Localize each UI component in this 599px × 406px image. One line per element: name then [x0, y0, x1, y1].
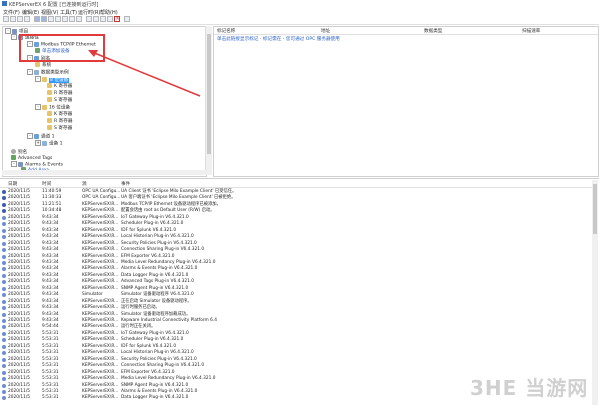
info-icon — [2, 364, 6, 369]
info-icon — [2, 389, 6, 394]
info-icon — [2, 267, 6, 272]
info-icon — [2, 338, 6, 343]
info-icon — [2, 325, 6, 330]
tree-vertical-scrollbar[interactable] — [205, 26, 212, 175]
add-tag-link[interactable]: 单击此链接显示标记 - 标记需在 - 您可通过 OPC 服务器使用 — [217, 36, 340, 42]
info-icon — [2, 215, 6, 220]
info-icon — [2, 293, 6, 298]
info-icon — [2, 228, 6, 233]
arrow-shaft — [91, 51, 201, 97]
info-icon — [2, 370, 6, 375]
info-icon — [2, 209, 6, 214]
info-icon — [2, 222, 6, 227]
info-icon — [2, 286, 6, 291]
info-icon — [2, 396, 6, 401]
info-icon — [2, 190, 6, 194]
log-date: 2020/11/5 — [8, 395, 31, 401]
watermark: 3HE 当游网 — [470, 376, 589, 400]
log-event: Data Logger Plug-in V6.4.321.0 — [121, 395, 189, 401]
log-source: KEPServerEX\R... — [82, 395, 119, 401]
info-icon — [2, 306, 6, 311]
info-icon — [2, 196, 6, 201]
info-icon — [2, 377, 6, 382]
log-time: 5:53:31 — [42, 395, 59, 401]
info-icon — [2, 351, 6, 356]
scroll-thumb[interactable] — [593, 184, 597, 234]
info-icon — [2, 299, 6, 304]
info-icon — [2, 260, 6, 265]
info-icon — [2, 254, 6, 259]
tree-horizontal-scrollbar[interactable] — [2, 170, 211, 175]
info-icon — [2, 241, 6, 246]
info-icon — [2, 235, 6, 240]
log-vertical-scrollbar[interactable] — [592, 180, 598, 405]
info-icon — [2, 312, 6, 317]
scroll-thumb[interactable] — [207, 34, 211, 154]
info-icon — [2, 202, 6, 207]
info-icon — [2, 383, 6, 388]
info-icon — [2, 273, 6, 278]
info-icon — [2, 344, 6, 349]
info-icon — [2, 319, 6, 323]
info-icon — [2, 331, 6, 336]
log-header-divider — [0, 187, 592, 188]
tag-list-pane: 标记名称 地址 数据类型 扫描速率 单击此链接显示标记 - 标记需在 - 您可通… — [213, 26, 599, 177]
header-divider — [214, 34, 598, 35]
info-icon — [2, 280, 6, 285]
info-icon — [2, 357, 6, 362]
info-icon — [2, 248, 6, 253]
